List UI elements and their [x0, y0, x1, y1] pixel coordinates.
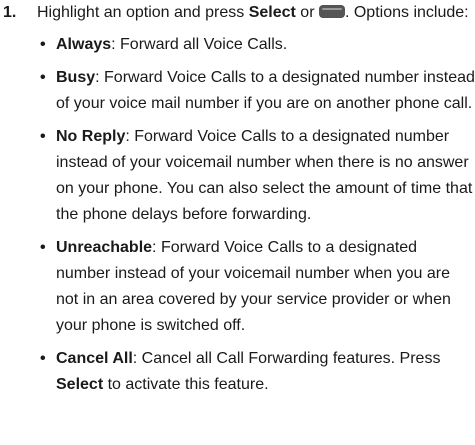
- step-text-or: or: [295, 4, 319, 21]
- step-text-before: Highlight an option and press: [37, 4, 249, 21]
- step-number: 1.: [3, 4, 17, 21]
- option-name: Busy: [56, 69, 96, 86]
- instruction-step: 1. Highlight an option and press Select o…: [0, 0, 475, 398]
- bullet: •: [40, 239, 46, 256]
- option-name: Cancel All: [56, 350, 133, 367]
- option-busy: • Busy: Forward Voice Calls to a designat…: [0, 65, 475, 117]
- bullet: •: [40, 36, 46, 53]
- bullet: •: [40, 128, 46, 145]
- option-no-reply: • No Reply: Forward Voice Calls to a desi…: [0, 124, 475, 228]
- bullet: •: [40, 69, 46, 86]
- option-always: • Always: Forward all Voice Calls.: [0, 32, 475, 58]
- option-name: No Reply: [56, 128, 126, 145]
- option-desc-after: to activate this feature.: [103, 376, 269, 393]
- option-name: Unreachable: [56, 239, 153, 256]
- bullet: •: [40, 350, 46, 367]
- option-desc: : Forward Voice Calls to a designated nu…: [56, 69, 475, 112]
- select-key-label: Select: [56, 376, 104, 393]
- step-intro: 1. Highlight an option and press Select o…: [0, 0, 475, 25]
- option-desc: : Forward all Voice Calls.: [111, 36, 288, 53]
- option-desc: : Cancel all Call Forwarding features. P…: [132, 350, 441, 367]
- option-unreachable: • Unreachable: Forward Voice Calls to a d…: [0, 235, 475, 339]
- step-text-after: . Options include:: [344, 4, 469, 21]
- option-cancel-all: • Cancel All: Cancel all Call Forwarding …: [0, 346, 475, 398]
- option-name: Always: [56, 36, 112, 53]
- select-key-label: Select: [248, 4, 296, 21]
- options-list: • Always: Forward all Voice Calls. • Busy:…: [0, 32, 475, 398]
- menu-key-icon: [318, 5, 345, 18]
